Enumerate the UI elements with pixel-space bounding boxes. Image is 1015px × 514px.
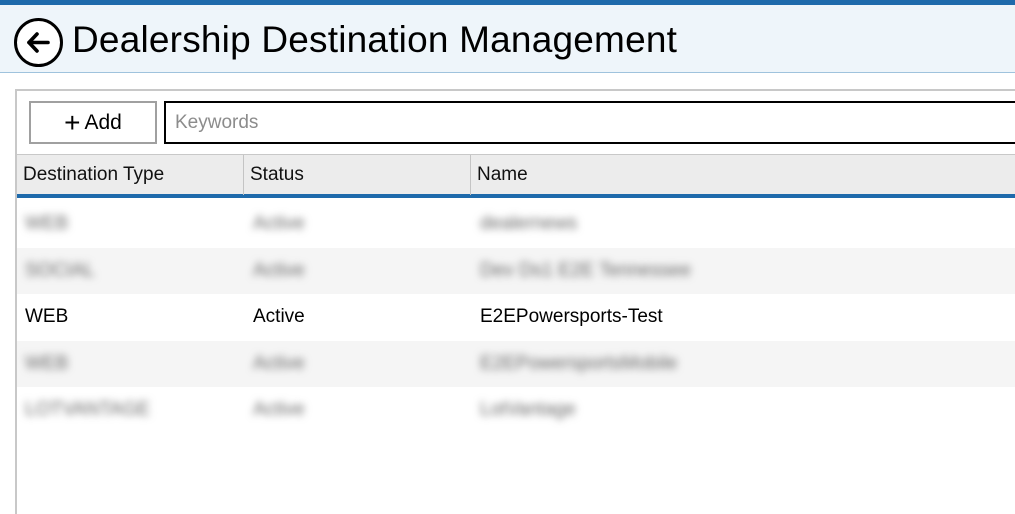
keywords-search-input[interactable] <box>164 101 1015 144</box>
toolbar: + Add <box>17 91 1015 153</box>
column-header-status[interactable]: Status <box>244 155 470 195</box>
back-button[interactable] <box>14 18 63 67</box>
cell-destination-type: WEB <box>25 213 69 234</box>
add-button-label: Add <box>84 110 122 134</box>
page-header: Dealership Destination Management <box>0 5 1015 73</box>
column-header-name[interactable]: Name <box>471 155 1015 195</box>
table-row[interactable]: SOCIAL Active Dev Ds1 E2E Tennessee <box>17 247 1015 294</box>
add-button[interactable]: + Add <box>29 101 157 144</box>
table-row[interactable]: WEB Active E2EPowersportsMobile <box>17 340 1015 387</box>
cell-name: E2EPowersportsMobile <box>480 352 678 374</box>
table-body: WEB Active dealernews SOCIAL Active Dev … <box>17 201 1015 434</box>
arrow-left-circle-icon <box>27 32 50 53</box>
cell-status: Active <box>253 213 305 234</box>
table-header: Destination Type Status Name <box>17 154 1015 198</box>
cell-name: LotVantage <box>480 399 576 420</box>
column-header-destination-type[interactable]: Destination Type <box>17 155 243 195</box>
destinations-panel: + Add Destination Type Status Name WEB A… <box>15 89 1015 514</box>
cell-status: Active <box>253 399 305 420</box>
cell-name: Dev Ds1 E2E Tennessee <box>480 259 691 281</box>
cell-destination-type: LOTVANTAGE <box>25 399 150 420</box>
cell-destination-type: SOCIAL <box>25 259 95 281</box>
cell-status: Active <box>253 259 305 281</box>
plus-icon: + <box>64 106 81 138</box>
cell-name: dealernews <box>480 213 578 234</box>
page-title: Dealership Destination Management <box>72 19 678 60</box>
cell-destination-type: WEB <box>25 352 69 374</box>
cell-destination-type: WEB <box>25 306 69 327</box>
table-row[interactable]: LOTVANTAGE Active LotVantage <box>17 387 1015 434</box>
cell-name: E2EPowersports-Test <box>480 306 663 327</box>
cell-status: Active <box>253 306 305 327</box>
table-row[interactable]: WEB Active E2EPowersports-Test <box>17 294 1015 341</box>
table-row[interactable]: WEB Active dealernews <box>17 201 1015 248</box>
cell-status: Active <box>253 352 305 374</box>
